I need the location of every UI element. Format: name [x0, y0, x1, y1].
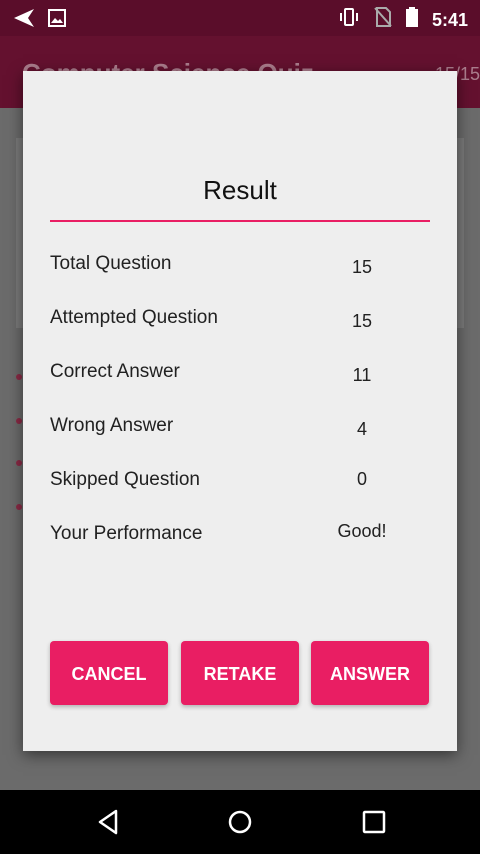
nav-home-icon[interactable] — [226, 808, 254, 836]
option-marker — [16, 418, 22, 424]
battery-icon — [405, 7, 418, 32]
navigation-bar — [0, 790, 480, 854]
status-bar: 5:41 — [0, 0, 480, 36]
dialog-title: Result — [203, 175, 277, 205]
option-marker — [16, 504, 22, 510]
row-value: 15 — [351, 257, 373, 277]
image-icon — [48, 9, 66, 32]
row-value: 0 — [356, 469, 367, 489]
row-value: 15 — [351, 311, 373, 331]
row-value: 11 — [352, 365, 372, 385]
clock: 5:41 — [431, 9, 468, 30]
vibrate-icon — [338, 7, 360, 32]
result-row-wrong: Wrong Answer 4 — [50, 415, 430, 445]
result-row-attempted: Attempted Question 15 — [50, 307, 430, 337]
result-row-performance: Your Performance Good! — [50, 521, 430, 553]
row-label: Wrong Answer — [50, 415, 174, 436]
nav-back-icon[interactable] — [94, 808, 122, 836]
result-row-correct: Correct Answer 11 — [50, 361, 430, 391]
row-label: Your Performance — [50, 523, 203, 544]
result-row-skipped: Skipped Question 0 — [50, 469, 430, 499]
cancel-button[interactable]: CANCEL — [50, 641, 168, 705]
row-label: Total Question — [50, 253, 172, 274]
result-dialog: Result Total Question 15 Attempted Quest… — [23, 71, 457, 751]
row-label: Skipped Question — [50, 469, 200, 490]
row-label: Correct Answer — [50, 361, 180, 382]
no-sim-icon — [374, 7, 392, 32]
back-arrow-icon — [12, 7, 36, 34]
option-marker — [16, 460, 22, 466]
title-divider — [50, 220, 430, 222]
option-marker — [16, 374, 22, 380]
row-value: Good! — [337, 521, 387, 541]
nav-recents-icon[interactable] — [360, 808, 388, 836]
answer-button[interactable]: ANSWER — [311, 641, 429, 705]
retake-button[interactable]: RETAKE — [181, 641, 299, 705]
row-label: Attempted Question — [50, 307, 218, 328]
result-row-total: Total Question 15 — [50, 253, 430, 283]
row-value: 4 — [356, 419, 367, 439]
